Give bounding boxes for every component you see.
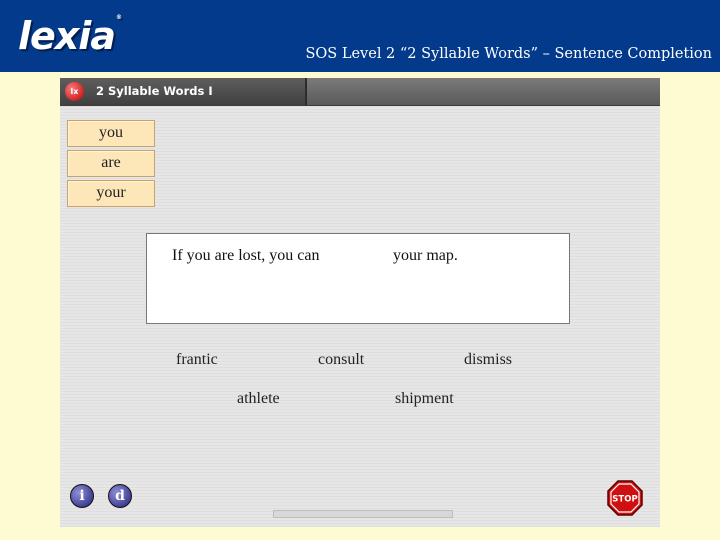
sentence-before-blank: If you are lost, you can: [172, 247, 320, 264]
sentence-box: If you are lost, you can your map.: [146, 233, 570, 324]
choice-consult[interactable]: consult: [318, 351, 364, 369]
word-tile-are[interactable]: are: [67, 150, 155, 177]
activity-window: lx 2 Syllable Words I you are your If yo…: [60, 78, 660, 527]
window-title: 2 Syllable Words I: [96, 84, 213, 98]
stop-label: STOP: [612, 495, 637, 505]
lexia-app-icon: lx: [65, 82, 84, 101]
window-titlebar: lx 2 Syllable Words I: [60, 78, 660, 106]
choice-shipment[interactable]: shipment: [395, 390, 454, 408]
choice-athlete[interactable]: athlete: [237, 390, 280, 408]
info-button[interactable]: i: [70, 484, 94, 508]
word-tile-your[interactable]: your: [67, 180, 155, 207]
stop-button[interactable]: STOP: [607, 480, 643, 516]
registered-mark: ®: [115, 14, 122, 21]
stop-sign-icon: STOP: [607, 480, 643, 516]
dictionary-button[interactable]: d: [108, 484, 132, 508]
choice-dismiss[interactable]: dismiss: [464, 351, 512, 369]
header-banner: lexia® SOS Level 2 “2 Syllable Words” – …: [0, 0, 720, 72]
sentence-after-blank: your map.: [393, 247, 458, 264]
sentence-blank-slot[interactable]: [342, 246, 390, 266]
window-title-tab: lx 2 Syllable Words I: [60, 78, 307, 105]
progress-bar: [273, 510, 453, 518]
word-tile-you[interactable]: you: [67, 120, 155, 147]
choice-frantic[interactable]: frantic: [176, 351, 218, 369]
logo-text: lexia: [18, 14, 116, 58]
lexia-logo: lexia®: [18, 14, 122, 58]
slide-title: SOS Level 2 “2 Syllable Words” – Sentenc…: [305, 46, 712, 62]
